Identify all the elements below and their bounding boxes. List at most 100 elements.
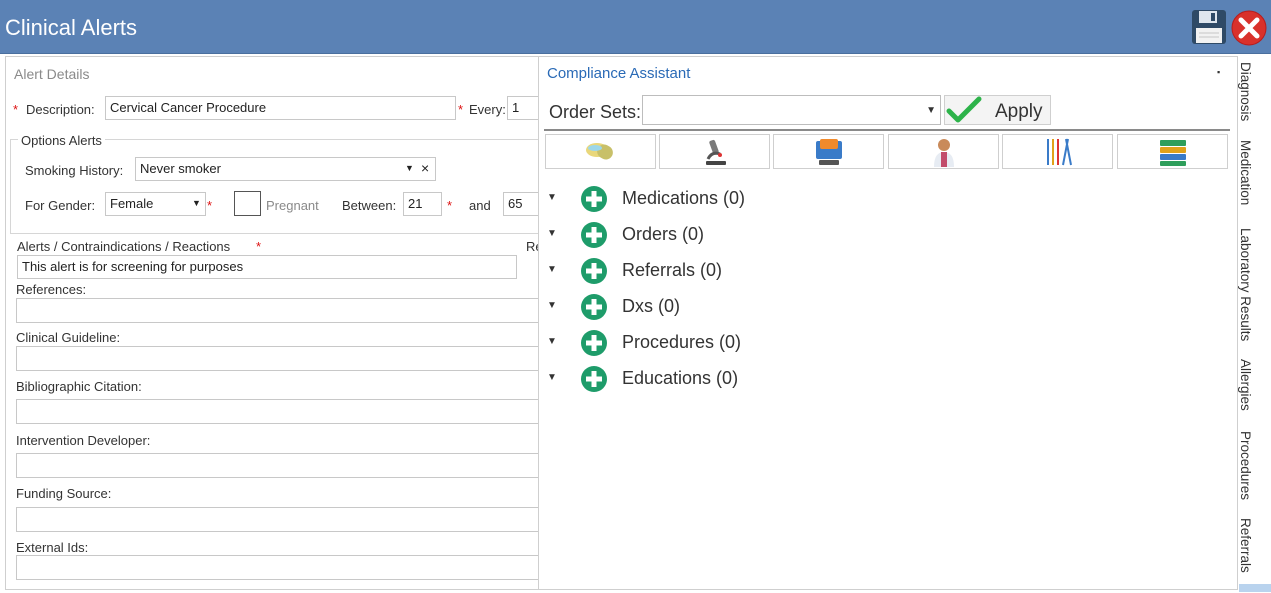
- surgical-tools-icon: [1047, 138, 1072, 166]
- caret-down-icon[interactable]: ▼: [547, 336, 557, 347]
- category-toolbar: [545, 134, 1231, 170]
- required-marker: *: [458, 102, 464, 117]
- smoking-history-value: Never smoker: [140, 161, 221, 176]
- apply-button[interactable]: Apply: [944, 95, 1051, 125]
- tab-procedures[interactable]: Procedures: [1238, 431, 1253, 500]
- tab-diagnosis[interactable]: Diagnosis: [1238, 62, 1253, 121]
- category-educations[interactable]: ▼ Educations (0): [547, 364, 847, 394]
- procedures-toolbar-button[interactable]: [1002, 134, 1113, 169]
- plus-circle-icon[interactable]: [580, 365, 608, 393]
- citation-field[interactable]: [16, 399, 539, 424]
- tab-selected-indicator[interactable]: [1239, 584, 1271, 592]
- description-label: Description:: [26, 102, 95, 117]
- smoking-history-label: Smoking History:: [25, 163, 124, 178]
- compliance-assistant-panel: Compliance Assistant ▪ Order Sets: ▼ App…: [538, 56, 1238, 590]
- gender-value: Female: [110, 196, 154, 211]
- required-marker: *: [207, 198, 213, 213]
- medication-icon: [586, 143, 613, 160]
- alert-details-panel: Alert Details * Description: Cervical Ca…: [5, 56, 539, 590]
- caret-down-icon[interactable]: ▼: [547, 228, 557, 239]
- separator: [544, 129, 1230, 131]
- category-label: Dxs (0): [622, 296, 680, 316]
- tab-allergies[interactable]: Allergies: [1238, 359, 1253, 411]
- dxs-toolbar-button[interactable]: [888, 134, 999, 169]
- tab-medication[interactable]: Medication: [1238, 140, 1253, 205]
- floppy-disk-icon: [1192, 10, 1226, 44]
- side-tab-strip: Diagnosis Medication Laboratory Results …: [1238, 56, 1271, 593]
- gender-select[interactable]: Female ▼: [105, 192, 206, 216]
- order-sets-label: Order Sets:: [549, 102, 642, 122]
- tab-referrals[interactable]: Referrals: [1238, 518, 1253, 573]
- pregnant-label: Pregnant: [266, 198, 319, 213]
- required-marker: *: [256, 239, 262, 254]
- intervention-developer-label: Intervention Developer:: [16, 433, 151, 448]
- monitor-icon: [816, 139, 842, 165]
- apply-label: Apply: [995, 101, 1043, 122]
- category-dxs[interactable]: ▼ Dxs (0): [547, 292, 847, 322]
- references-field[interactable]: [16, 298, 539, 323]
- funding-source-label: Funding Source:: [16, 486, 112, 501]
- clear-icon[interactable]: ×: [421, 160, 429, 176]
- clinical-guideline-label: Clinical Guideline:: [16, 330, 121, 345]
- options-alerts-group: [10, 139, 539, 234]
- caret-down-icon[interactable]: ▼: [547, 372, 557, 383]
- category-label: Procedures (0): [622, 332, 742, 352]
- every-input[interactable]: 1: [507, 96, 539, 120]
- category-medications[interactable]: ▼ Medications (0): [547, 184, 847, 214]
- alerts-label: Alerts / Contraindications / Reactions: [17, 239, 231, 254]
- and-label: and: [469, 198, 491, 213]
- close-button[interactable]: [1230, 9, 1268, 47]
- category-referrals[interactable]: ▼ Referrals (0): [547, 256, 847, 286]
- references-label: References:: [16, 282, 87, 297]
- funding-source-field[interactable]: [16, 507, 539, 532]
- every-label: Every:: [469, 102, 506, 117]
- chevron-down-icon[interactable]: ▼: [926, 105, 936, 116]
- clinical-guideline-field[interactable]: [16, 346, 539, 371]
- description-input[interactable]: Cervical Cancer Procedure: [105, 96, 456, 120]
- alerts-input[interactable]: This alert is for screening for purposes: [17, 255, 517, 279]
- plus-circle-icon[interactable]: [580, 185, 608, 213]
- external-ids-label: External Ids:: [16, 540, 89, 555]
- pregnant-checkbox[interactable]: [234, 191, 261, 216]
- books-icon: [1160, 140, 1186, 166]
- category-orders[interactable]: ▼ Orders (0): [547, 220, 847, 250]
- category-label: Medications (0): [622, 188, 746, 208]
- intervention-developer-field[interactable]: [16, 453, 539, 478]
- plus-circle-icon[interactable]: [580, 293, 608, 321]
- tab-laboratory-results[interactable]: Laboratory Results: [1238, 228, 1253, 341]
- smoking-history-select[interactable]: Never smoker ▼ ×: [135, 157, 436, 181]
- caret-down-icon[interactable]: ▼: [547, 264, 557, 275]
- chevron-down-icon[interactable]: ▼: [405, 163, 414, 173]
- referrals-toolbar-button[interactable]: [773, 134, 884, 169]
- age-to-input[interactable]: 65: [503, 192, 539, 216]
- checkmark-icon: [946, 96, 982, 123]
- required-marker: *: [13, 102, 19, 117]
- close-icon: [1231, 10, 1267, 46]
- pin-icon[interactable]: ▪: [1217, 67, 1220, 77]
- caret-down-icon[interactable]: ▼: [547, 300, 557, 311]
- external-ids-field[interactable]: [16, 555, 539, 580]
- between-label: Between:: [342, 198, 397, 213]
- citation-label: Bibliographic Citation:: [16, 379, 142, 394]
- category-label: Educations (0): [622, 368, 739, 388]
- order-sets-select[interactable]: ▼: [642, 95, 941, 125]
- orders-toolbar-button[interactable]: [659, 134, 770, 169]
- alert-details-title: Alert Details: [14, 66, 90, 82]
- compliance-title: Compliance Assistant: [547, 65, 691, 82]
- options-alerts-title: Options Alerts: [18, 133, 105, 148]
- category-label: Referrals (0): [622, 260, 723, 280]
- medications-toolbar-button[interactable]: [545, 134, 656, 169]
- chevron-down-icon[interactable]: ▼: [192, 198, 201, 208]
- window-title: Clinical Alerts: [5, 15, 138, 40]
- age-from-input[interactable]: 21: [403, 192, 442, 216]
- plus-circle-icon[interactable]: [580, 329, 608, 357]
- caret-down-icon[interactable]: ▼: [547, 192, 557, 203]
- educations-toolbar-button[interactable]: [1117, 134, 1228, 169]
- category-procedures[interactable]: ▼ Procedures (0): [547, 328, 847, 358]
- save-button[interactable]: [1191, 9, 1227, 45]
- plus-circle-icon[interactable]: [580, 257, 608, 285]
- required-marker: *: [447, 198, 453, 213]
- plus-circle-icon[interactable]: [580, 221, 608, 249]
- microscope-icon: [706, 139, 726, 165]
- gender-label: For Gender:: [25, 198, 96, 213]
